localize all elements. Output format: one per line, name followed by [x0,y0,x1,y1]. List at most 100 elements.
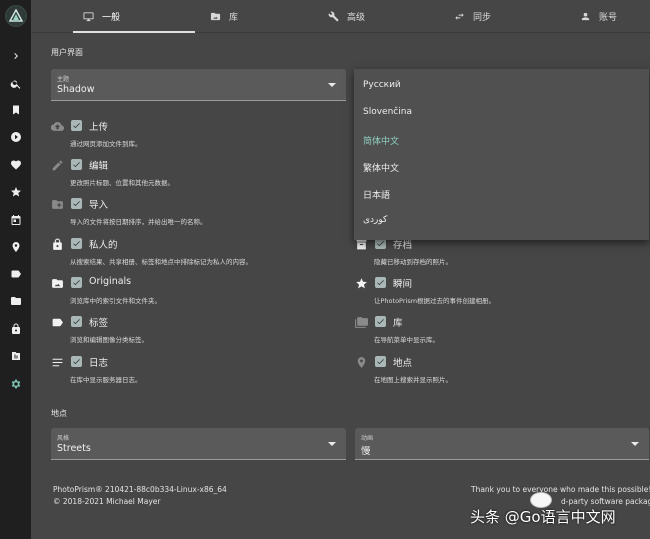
list-lines-icon [51,356,64,369]
star-icon[interactable] [0,183,31,201]
map-style-label: 风格 [57,435,70,442]
option-private: 私人的 从搜索结果、共享相册、标签和地点中排除标记为私人的内容。 [51,237,341,271]
map-style-value: Streets [57,443,91,454]
language-option-traditional-chinese[interactable]: 繁体中文 [363,161,399,174]
side-navigation [0,0,31,539]
bookmark-icon[interactable] [0,101,31,119]
tab-library-label: 库 [229,13,239,23]
settings-icon[interactable] [0,375,31,393]
tab-library[interactable]: 库 [210,0,238,33]
edit-checkbox[interactable] [71,159,82,170]
library-icon[interactable] [0,347,31,365]
option-logs: 日志 在库中显示服务器日志。 [51,355,341,389]
label-icon[interactable] [0,265,31,283]
option-edit-label: 编辑 [89,161,109,172]
option-edit-desc: 更改照片标题、位置和其他元数据。 [70,179,174,187]
language-option-russian[interactable]: Русский [363,80,401,90]
lock-icon[interactable] [0,320,31,338]
version-text: PhotoPrism® 210421-88c0b334-Linux-x86_64 [53,485,227,494]
option-moments-desc: 让PhotoPrism根据过去的事件创建相册。 [374,297,496,305]
option-labels: 标签 浏览和编辑图像分类标签。 [51,315,341,349]
sync-arrows-icon [455,13,464,20]
search-icon[interactable] [0,75,31,93]
expand-nav-chevron-icon[interactable] [0,47,31,65]
option-library: 库 在导航菜单中显示库。 [355,315,645,349]
option-import-desc: 导入的文件将按日期排序，并给出唯一的名称。 [70,218,207,226]
folder-image-icon [51,277,64,290]
option-library-label: 库 [393,318,403,329]
tab-general-label: 一般 [102,13,121,23]
logs-checkbox[interactable] [71,356,82,367]
option-upload-desc: 通过网页添加文件到库。 [70,140,142,148]
theme-select[interactable]: 主题 Shadow [51,69,346,101]
language-option-simplified-chinese[interactable]: 简体中文 [363,134,399,147]
animation-select[interactable]: 动画 慢 [355,428,649,460]
tab-advanced-label: 高级 [347,13,366,23]
labels-checkbox[interactable] [71,316,82,327]
theme-select-label: 主题 [57,76,70,83]
option-private-label: 私人的 [89,240,118,251]
option-upload: 上传 通过网页添加文件到库。 [50,119,341,153]
option-library-desc: 在导航菜单中显示库。 [374,336,439,344]
map-pin-icon[interactable] [0,238,31,256]
map-pin-icon [355,356,368,369]
option-archive-desc: 隐藏已移动到存档的照片。 [374,258,452,266]
pencil-icon [51,159,64,172]
play-circle-icon[interactable] [0,128,31,146]
option-places-label: 地点 [393,358,413,369]
upload-checkbox[interactable] [71,120,82,131]
copyright-text: © 2018-2021 Michael Mayer [53,497,161,506]
option-places: 地点 在地图上搜索并显示照片。 [355,355,645,389]
folder-plus-icon [51,198,64,211]
star-icon [355,277,368,290]
folder-icon[interactable] [0,292,31,310]
moments-checkbox[interactable] [375,277,386,288]
section-title-places: 地点 [51,409,67,418]
section-title-ui: 用户界面 [51,48,83,57]
option-logs-desc: 在库中显示服务器日志。 [70,376,142,384]
animation-value: 慢 [361,446,371,457]
folder-multiple-icon [355,316,368,329]
private-checkbox[interactable] [71,238,82,249]
option-originals: Originals 浏览库中的索引文件和文件夹。 [51,276,341,310]
heart-icon[interactable] [0,156,31,174]
import-checkbox[interactable] [71,198,82,209]
watermark-text: 头条 @Go语言中文网 [470,507,616,526]
option-edit: 编辑 更改照片标题、位置和其他元数据。 [51,158,341,192]
thanks-text: Thank you to everyone who made this poss… [471,485,650,494]
tab-sync-label: 同步 [473,13,492,23]
option-archive: 存档 隐藏已移动到存档的照片。 [355,237,645,271]
option-moments: 瞬间 让PhotoPrism根据过去的事件创建相册。 [355,276,645,310]
language-option-japanese[interactable]: 日本語 [363,188,390,201]
option-import: 导入 导入的文件将按日期排序，并给出唯一的名称。 [51,197,341,231]
photoprism-logo-icon[interactable] [5,5,27,27]
places-checkbox[interactable] [375,356,386,367]
option-originals-label: Originals [89,276,132,287]
option-private-desc: 从搜索结果、共享相册、标签和地点中排除标记为私人的内容。 [70,258,252,266]
tab-general[interactable]: 一般 [83,0,120,33]
theme-select-value: Shadow [57,84,95,95]
option-places-desc: 在地图上搜索并显示照片。 [374,376,452,384]
settings-tab-bar: 一般 库 高级 同步 账号 [31,0,650,33]
option-moments-label: 瞬间 [393,279,413,290]
person-icon [581,12,590,21]
chevron-down-icon [328,83,336,87]
calendar-icon[interactable] [0,211,31,229]
option-logs-label: 日志 [89,358,109,369]
language-option-kurdish[interactable]: کوردی [363,215,387,225]
wrench-icon [328,11,339,22]
tab-account[interactable]: 账号 [580,0,617,33]
tab-account-label: 账号 [599,13,618,23]
language-option-slovak[interactable]: Slovenčina [363,107,412,117]
cloud-upload-icon [50,120,65,133]
folder-image-icon [210,12,221,21]
map-style-select[interactable]: 风格 Streets [51,428,346,460]
lock-icon [51,238,64,251]
language-dropdown-menu: Русский Slovenčina 简体中文 繁体中文 日本語 کوردی [354,69,649,240]
tab-advanced[interactable]: 高级 [328,0,365,33]
tab-sync[interactable]: 同步 [454,0,491,33]
library-checkbox[interactable] [375,316,386,327]
originals-checkbox[interactable] [71,277,82,288]
monitor-icon [83,12,94,22]
option-upload-label: 上传 [89,122,109,133]
